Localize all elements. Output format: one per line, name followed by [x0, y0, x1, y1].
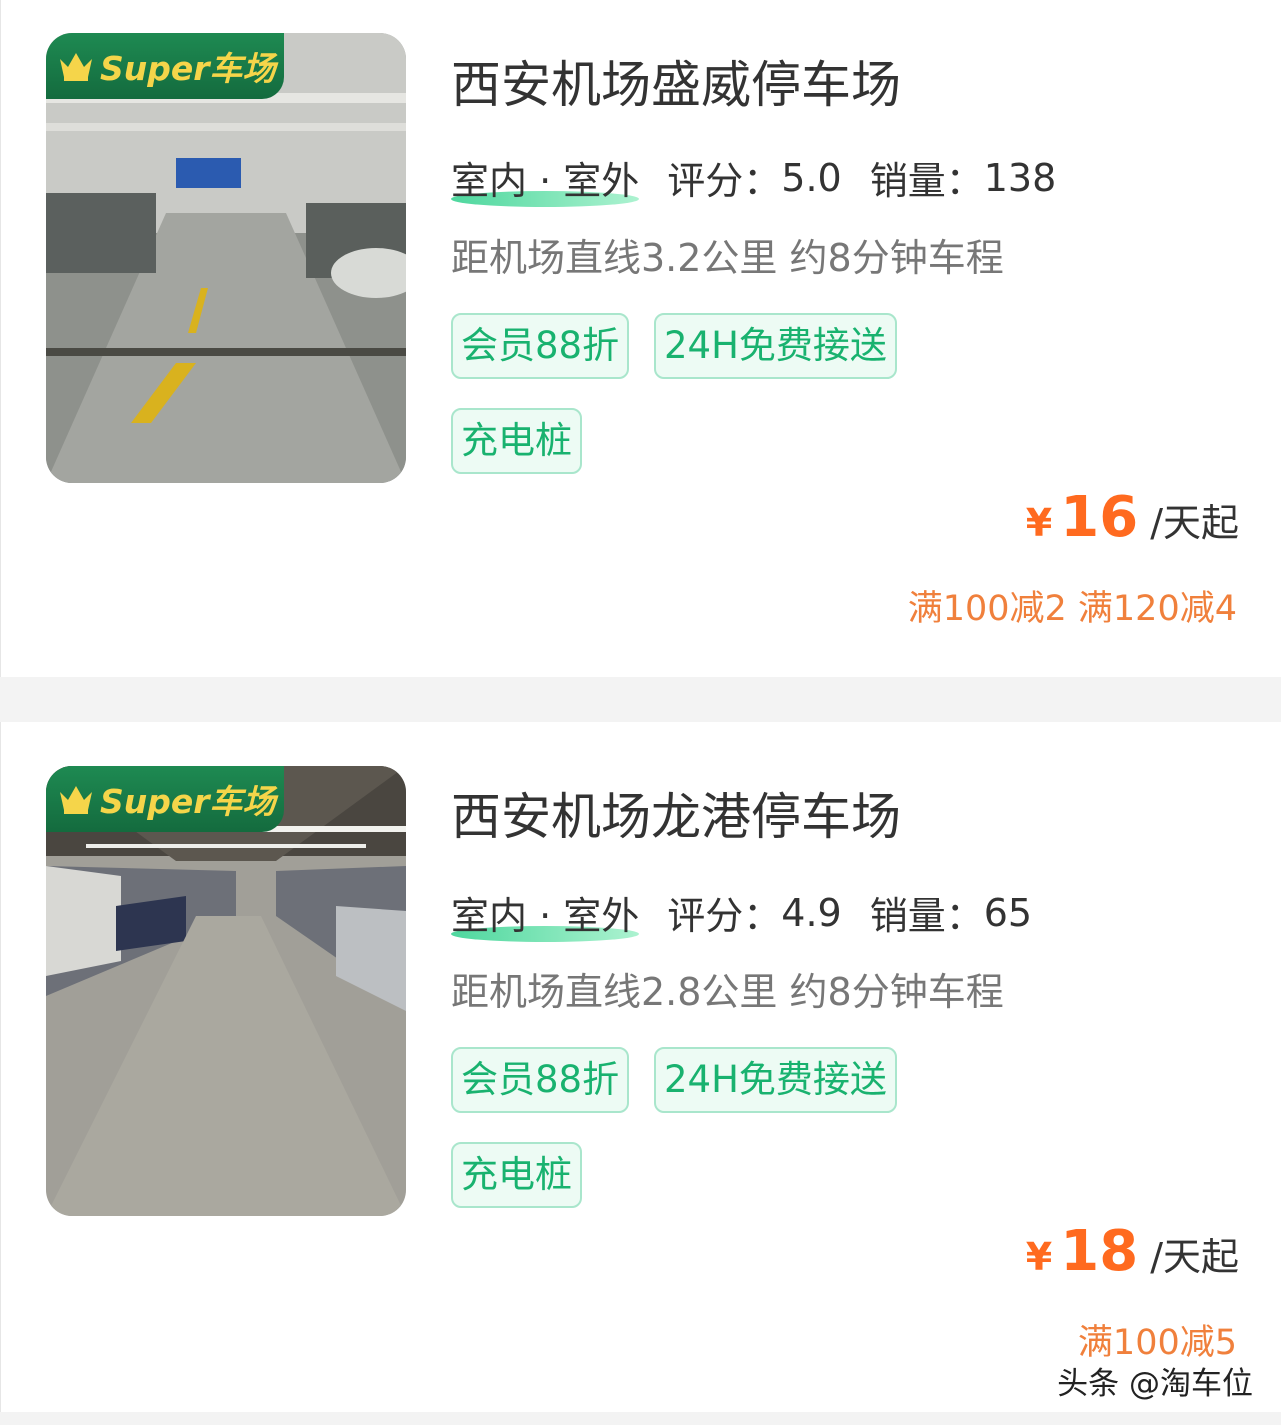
badge-label: Super车场 [100, 49, 276, 88]
parking-lot-photo[interactable]: Super车场 [46, 766, 406, 1216]
listing-title[interactable]: 西安机场盛威停车场 [451, 45, 901, 117]
rating-value: 4.9 [781, 890, 842, 935]
card-divider [0, 677, 1281, 722]
parking-type: 室内 · 室外 [451, 150, 640, 207]
watermark: 头条 @淘车位 [1057, 1366, 1253, 1402]
parking-listing-card[interactable]: Super车场 西安机场盛威停车场 室内 · 室外 评分： 5.0 销量： 13… [0, 0, 1281, 677]
listing-meta: 室内 · 室外 评分： 5.0 销量： 138 [451, 150, 1057, 207]
indoor-garage-image [46, 33, 406, 483]
super-lot-badge: Super车场 [46, 33, 284, 99]
price-amount: 18 [1060, 1219, 1139, 1284]
distance-info: 距机场直线3.2公里 约8分钟车程 [451, 236, 1004, 280]
parking-listing-card[interactable]: Super车场 西安机场龙港停车场 室内 · 室外 评分： 4.9 销量： 65… [0, 722, 1281, 1412]
sales-value: 138 [983, 155, 1057, 200]
price: ¥ 16 /天起 [1026, 485, 1239, 550]
sales-label: 销量： [869, 894, 984, 938]
listing-meta: 室内 · 室外 评分： 4.9 销量： 65 [451, 885, 1033, 942]
listing-title[interactable]: 西安机场龙港停车场 [451, 777, 901, 849]
rating-label: 评分： [667, 159, 782, 203]
sales-label: 销量： [869, 159, 984, 203]
badge-label: Super车场 [100, 782, 276, 821]
sales-value: 65 [983, 890, 1033, 935]
rating-value: 5.0 [781, 155, 842, 200]
price-unit: /天起 [1150, 1235, 1239, 1279]
bottom-divider [0, 1412, 1281, 1425]
indoor-garage-image [46, 766, 406, 1216]
tag-charging-pile: 充电桩 [451, 1142, 582, 1208]
rating-label: 评分： [667, 894, 782, 938]
parking-type: 室内 · 室外 [451, 885, 640, 942]
price: ¥ 18 /天起 [1026, 1219, 1239, 1284]
super-lot-badge: Super车场 [46, 766, 284, 832]
promo-text: 满100减2 满120减4 [907, 589, 1237, 629]
tag-member-discount: 会员88折 [451, 1047, 630, 1113]
crown-icon [60, 53, 92, 81]
currency-symbol: ¥ [1025, 501, 1053, 545]
parking-lot-photo[interactable]: Super车场 [46, 33, 406, 483]
tag-free-shuttle: 24H免费接送 [654, 313, 897, 379]
tag-member-discount: 会员88折 [451, 313, 630, 379]
distance-info: 距机场直线2.8公里 约8分钟车程 [451, 970, 1004, 1014]
price-amount: 16 [1060, 485, 1139, 550]
crown-icon [60, 786, 92, 814]
currency-symbol: ¥ [1025, 1235, 1053, 1279]
tag-charging-pile: 充电桩 [451, 408, 582, 474]
price-unit: /天起 [1150, 501, 1239, 545]
tag-free-shuttle: 24H免费接送 [654, 1047, 897, 1113]
